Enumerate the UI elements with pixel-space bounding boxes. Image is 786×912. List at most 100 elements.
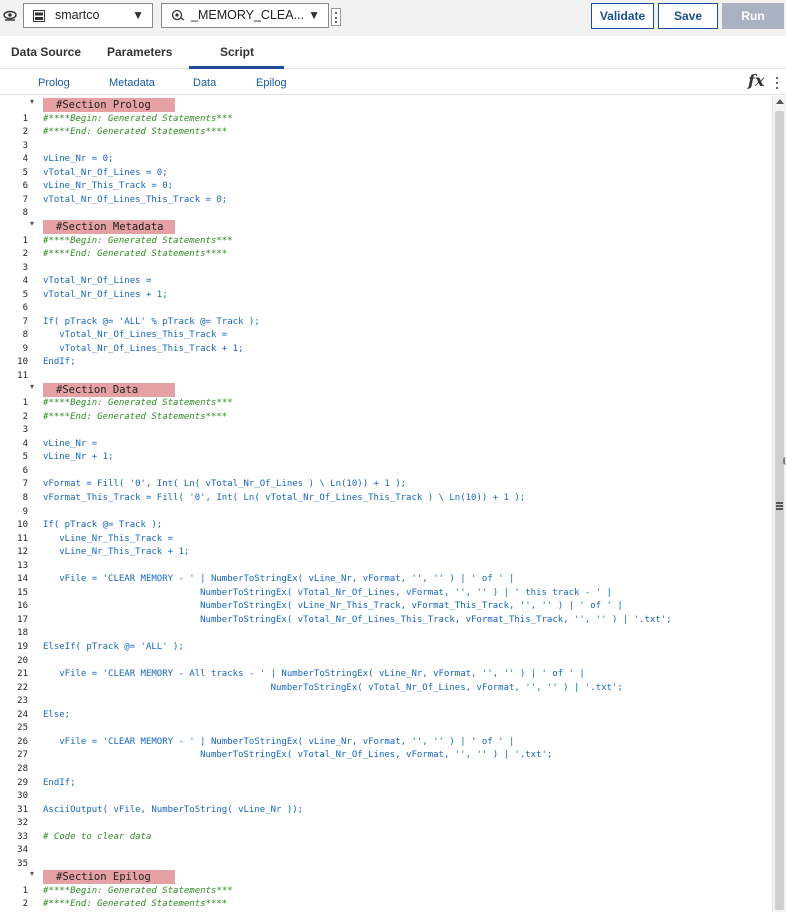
- script-editor[interactable]: ▾ #Section Prolog 1 #****Begin: Generated S…: [0, 96, 786, 912]
- code-line[interactable]: 8 vFormat_This_Track = Fill( '0', Int( Ln…: [0, 492, 772, 506]
- server-dropdown-value: smartco: [55, 8, 100, 22]
- more-vertical-icon[interactable]: [775, 76, 779, 90]
- code-line[interactable]: 13: [0, 560, 772, 574]
- line-number: 7: [22, 316, 28, 327]
- code-line[interactable]: 18: [0, 627, 772, 641]
- code-line[interactable]: 6: [0, 465, 772, 479]
- line-number: 29: [17, 777, 28, 788]
- code-line[interactable]: 5 vTotal_Nr_Of_Lines + 1;: [0, 289, 772, 303]
- code-line[interactable]: 11 vLine_Nr_This_Track =: [0, 533, 772, 547]
- section-header: #Section Metadata: [43, 219, 175, 234]
- section-header-line[interactable]: ▾ #Section Epilog: [0, 869, 772, 885]
- code-line[interactable]: 20: [0, 655, 772, 669]
- line-number: 17: [17, 614, 28, 625]
- scroll-up-icon[interactable]: [776, 99, 784, 104]
- code-line[interactable]: 10 EndIf;: [0, 356, 772, 370]
- code-line[interactable]: 7 vTotal_Nr_Of_Lines_This_Track = 0;: [0, 194, 772, 208]
- code-line[interactable]: 26 vFile = 'CLEAR MEMORY - ' | NumberToS…: [0, 736, 772, 750]
- fx-icon[interactable]: fx: [748, 71, 764, 90]
- splitter-grip-icon[interactable]: [776, 502, 783, 510]
- code-line[interactable]: 9: [0, 506, 772, 520]
- code-line[interactable]: 2 #****End: Generated Statements****: [0, 126, 772, 140]
- code-line[interactable]: 11: [0, 370, 772, 384]
- code-line[interactable]: 12 vLine_Nr_This_Track + 1;: [0, 546, 772, 560]
- section-header-line[interactable]: ▾ #Section Metadata: [0, 219, 772, 235]
- fold-icon[interactable]: ▾: [30, 219, 34, 228]
- code-line[interactable]: 2 #****End: Generated Statements****: [0, 248, 772, 262]
- code-line[interactable]: 3: [0, 140, 772, 154]
- process-dropdown[interactable]: _MEMORY_CLEA... ▼: [161, 3, 329, 28]
- scrollbar-thumb[interactable]: [775, 111, 784, 910]
- code-line[interactable]: 10 If( pTrack @= Track );: [0, 519, 772, 533]
- server-dropdown[interactable]: smartco ▼: [23, 3, 153, 28]
- line-number: 23: [17, 696, 28, 707]
- section-subtabs: Prolog Metadata Data Epilog fx: [0, 70, 786, 95]
- code-line[interactable]: 8: [0, 207, 772, 221]
- code-line[interactable]: 6 vLine_Nr_This_Track = 0;: [0, 180, 772, 194]
- code-line[interactable]: 21 vFile = 'CLEAR MEMORY - All tracks - …: [0, 668, 772, 682]
- tab-parameters[interactable]: Parameters: [107, 45, 172, 59]
- section-header-line[interactable]: ▾ #Section Data: [0, 382, 772, 398]
- code-line[interactable]: 9 vTotal_Nr_Of_Lines_This_Track + 1;: [0, 343, 772, 357]
- code-line[interactable]: 15 NumberToStringEx( vTotal_Nr_Of_Lines,…: [0, 587, 772, 601]
- code-line[interactable]: 14 vFile = 'CLEAR MEMORY - ' | NumberToS…: [0, 573, 772, 587]
- code-line[interactable]: 5 vTotal_Nr_Of_Lines = 0;: [0, 167, 772, 181]
- code-line[interactable]: 25: [0, 722, 772, 736]
- code-line[interactable]: 30: [0, 790, 772, 804]
- code-line[interactable]: 7 If( pTrack @= 'ALL' % pTrack @= Track )…: [0, 316, 772, 330]
- code-line[interactable]: 32: [0, 817, 772, 831]
- code-line[interactable]: 33 # Code to clear data: [0, 831, 772, 845]
- code-line[interactable]: 35: [0, 858, 772, 872]
- code-line[interactable]: 19 ElseIf( pTrack @= 'ALL' );: [0, 641, 772, 655]
- fold-icon[interactable]: ▾: [30, 382, 34, 391]
- code-line[interactable]: 23: [0, 695, 772, 709]
- line-number: 13: [17, 560, 28, 571]
- code-line[interactable]: 31 AsciiOutput( vFile, NumberToString( vL…: [0, 804, 772, 818]
- fold-icon[interactable]: ▾: [30, 97, 34, 106]
- run-button[interactable]: Run: [722, 3, 784, 29]
- code-line[interactable]: 2 #****End: Generated Statements****: [0, 411, 772, 425]
- code-line[interactable]: 1 #****Begin: Generated Statements***: [0, 397, 772, 411]
- subtab-epilog[interactable]: Epilog: [256, 77, 287, 89]
- line-number: 2: [22, 899, 28, 910]
- subtab-metadata[interactable]: Metadata: [109, 77, 155, 89]
- code-line[interactable]: 4 vLine_Nr =: [0, 438, 772, 452]
- code-line[interactable]: 7 vFormat = Fill( '0', Int( Ln( vTotal_Nr…: [0, 478, 772, 492]
- tab-script[interactable]: Script: [220, 45, 254, 59]
- kebab-menu-icon[interactable]: [331, 8, 341, 26]
- line-number: 2: [22, 411, 28, 422]
- code-line[interactable]: 1 #****Begin: Generated Statements***: [0, 235, 772, 249]
- eye-pin-icon[interactable]: [3, 10, 17, 22]
- line-number: 1: [22, 885, 28, 896]
- code-line[interactable]: 16 NumberToStringEx( vLine_Nr_This_Track…: [0, 600, 772, 614]
- code-line[interactable]: 28: [0, 763, 772, 777]
- code-line[interactable]: 5 vLine_Nr + 1;: [0, 451, 772, 465]
- code-line[interactable]: 34: [0, 844, 772, 858]
- code-line[interactable]: 8 vTotal_Nr_Of_Lines_This_Track =: [0, 329, 772, 343]
- code-line[interactable]: 6: [0, 302, 772, 316]
- section-header-line[interactable]: ▾ #Section Prolog: [0, 97, 772, 113]
- code-line[interactable]: 24 Else;: [0, 709, 772, 723]
- code-line[interactable]: 3: [0, 262, 772, 276]
- line-number: 8: [22, 208, 28, 219]
- code-line[interactable]: 29 EndIf;: [0, 777, 772, 791]
- save-button[interactable]: Save: [658, 3, 718, 29]
- code-line[interactable]: 1 #****Begin: Generated Statements***: [0, 885, 772, 899]
- validate-button[interactable]: Validate: [591, 3, 654, 29]
- code-text: vTotal_Nr_Of_Lines_This_Track + 1;: [43, 343, 244, 354]
- code-line[interactable]: 4 vTotal_Nr_Of_Lines =: [0, 275, 772, 289]
- code-line[interactable]: 4 vLine_Nr = 0;: [0, 153, 772, 167]
- code-text: vLine_Nr_This_Track + 1;: [43, 547, 190, 558]
- line-number: 35: [17, 858, 28, 869]
- code-line[interactable]: 27 NumberToStringEx( vTotal_Nr_Of_Lines,…: [0, 749, 772, 763]
- code-line[interactable]: 17 NumberToStringEx( vTotal_Nr_Of_Lines_…: [0, 614, 772, 628]
- subtab-prolog[interactable]: Prolog: [38, 77, 70, 89]
- subtab-data[interactable]: Data: [193, 77, 216, 89]
- code-line[interactable]: 1 #****Begin: Generated Statements***: [0, 113, 772, 127]
- tab-data-source[interactable]: Data Source: [11, 45, 81, 59]
- code-line[interactable]: 2 #****End: Generated Statements****: [0, 898, 772, 912]
- fold-icon[interactable]: ▾: [30, 869, 34, 878]
- code-line[interactable]: 22 NumberToStringEx( vTotal_Nr_Of_Lines,…: [0, 682, 772, 696]
- line-number: 28: [17, 763, 28, 774]
- code-line[interactable]: 3: [0, 424, 772, 438]
